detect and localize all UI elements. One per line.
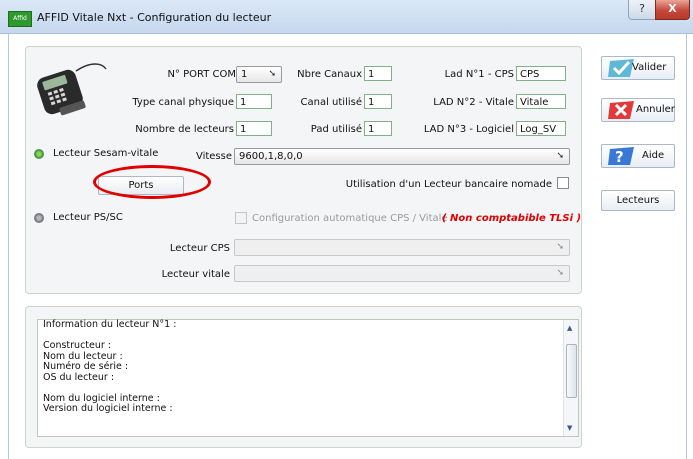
dropdown-arrow-icon: ➘ bbox=[556, 151, 564, 161]
pad-utilise-label: Pad utilisé bbox=[310, 124, 362, 135]
type-canal-field[interactable]: 1 bbox=[236, 94, 272, 109]
info-panel: Information du lecteur N°1 : Constructeu… bbox=[25, 306, 582, 448]
type-canal-label: Type canal physique bbox=[132, 97, 234, 108]
port-com-value: 1 bbox=[241, 69, 248, 80]
lecteur-vitale-label: Lecteur vitale bbox=[161, 269, 230, 280]
lad3-label: LAD N°3 - Logiciel bbox=[423, 124, 514, 135]
lad2-field[interactable]: Vitale bbox=[516, 94, 566, 109]
scroll-thumb[interactable] bbox=[566, 344, 577, 398]
cancel-x-icon bbox=[608, 101, 634, 119]
app-logo-icon: Affid bbox=[8, 11, 32, 27]
nbre-canaux-label: Nbre Canaux bbox=[297, 69, 362, 80]
tlsi-warning: ( Non comptabible TLSi ) bbox=[442, 213, 582, 224]
port-com-select[interactable]: 1 ➘ bbox=[236, 66, 282, 83]
dropdown-arrow-icon: ➘ bbox=[556, 242, 564, 252]
scroll-up-icon[interactable]: ▲ bbox=[567, 324, 572, 332]
card-reader-icon bbox=[37, 63, 107, 116]
dialog-client-area: N° PORT COM 1 ➘ Type canal physique 1 No… bbox=[8, 34, 687, 459]
dropdown-arrow-icon: ➘ bbox=[268, 69, 276, 79]
nombre-lecteurs-field[interactable]: 1 bbox=[236, 121, 272, 136]
pad-utilise-field[interactable]: 1 bbox=[364, 121, 392, 136]
annotation-highlight bbox=[93, 165, 211, 199]
pssc-radio[interactable] bbox=[34, 213, 44, 223]
pssc-label: Lecteur PS/SC bbox=[53, 212, 123, 223]
help-icon: ? bbox=[608, 147, 634, 165]
sesam-vitale-label: Lecteur Sesam-vitale bbox=[53, 148, 159, 159]
port-com-label: N° PORT COM bbox=[167, 69, 236, 80]
svg-text:?: ? bbox=[615, 148, 624, 165]
title-bar: Affid AFFID Vitale Nxt - Configuration d… bbox=[0, 0, 693, 34]
sesam-vitale-radio[interactable] bbox=[34, 149, 44, 159]
lad1-field[interactable]: CPS bbox=[516, 66, 566, 81]
aide-button[interactable]: ? Aide bbox=[601, 144, 675, 168]
lecteur-cps-label: Lecteur CPS bbox=[169, 243, 230, 254]
auto-config-checkbox[interactable] bbox=[235, 212, 247, 224]
valider-label: Valider bbox=[632, 62, 667, 73]
nbre-canaux-field[interactable]: 1 bbox=[364, 66, 392, 81]
auto-config-label: Configuration automatique CPS / Vitale bbox=[252, 213, 448, 224]
lecteurs-label: Lecteurs bbox=[616, 195, 660, 206]
nombre-lecteurs-label: Nombre de lecteurs bbox=[135, 124, 234, 135]
help-window-button[interactable]: ? bbox=[628, 0, 656, 20]
vitesse-label: Vitesse bbox=[195, 151, 232, 162]
nomade-checkbox[interactable] bbox=[557, 177, 569, 189]
reader-info-textarea[interactable]: Information du lecteur N°1 : Constructeu… bbox=[37, 319, 579, 437]
lecteur-vitale-select[interactable]: ➘ bbox=[234, 265, 570, 282]
vitesse-value: 9600,1,8,0,0 bbox=[239, 151, 303, 162]
aide-label: Aide bbox=[642, 150, 665, 161]
nomade-label: Utilisation d'un Lecteur bancaire nomade bbox=[345, 179, 552, 190]
canal-utilise-label: Canal utilisé bbox=[300, 97, 363, 108]
scroll-down-icon[interactable]: ▼ bbox=[567, 424, 572, 432]
info-scrollbar[interactable]: ▲ ▼ bbox=[563, 320, 578, 436]
canal-utilise-field[interactable]: 1 bbox=[364, 94, 392, 109]
lad3-field[interactable]: Log_SV bbox=[516, 121, 566, 136]
valider-button[interactable]: Valider bbox=[601, 56, 675, 80]
window-title: AFFID Vitale Nxt - Configuration du lect… bbox=[37, 11, 272, 24]
reader-info-text: Information du lecteur N°1 : Constructeu… bbox=[43, 319, 177, 414]
lecteur-cps-select[interactable]: ➘ bbox=[234, 239, 570, 256]
lecteurs-button[interactable]: Lecteurs bbox=[601, 190, 675, 211]
lad1-label: Lad N°1 - CPS bbox=[444, 69, 514, 80]
vitesse-select[interactable]: 9600,1,8,0,0 ➘ bbox=[234, 148, 570, 165]
close-window-button[interactable]: X bbox=[655, 0, 690, 20]
annuler-button[interactable]: Annuler bbox=[601, 98, 675, 122]
lad2-label: LAD N°2 - Vitale bbox=[433, 97, 514, 108]
dropdown-arrow-icon: ➘ bbox=[556, 268, 564, 278]
annuler-label: Annuler bbox=[636, 104, 675, 115]
